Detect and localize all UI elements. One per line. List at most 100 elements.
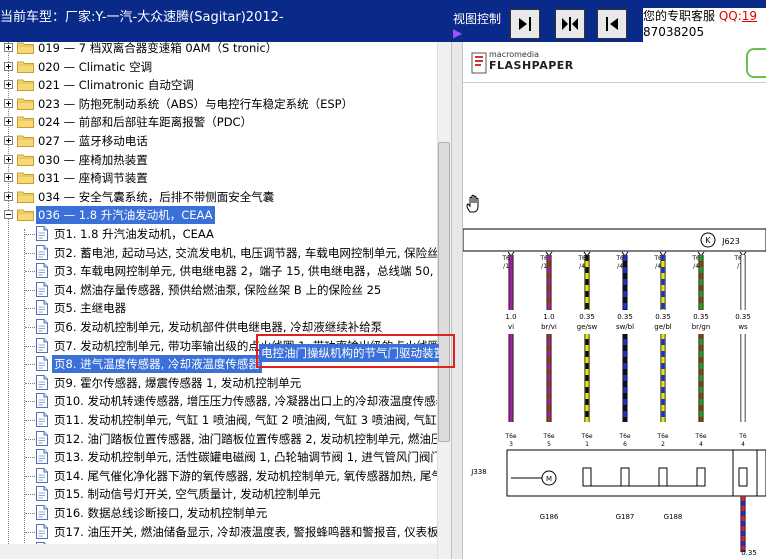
tree-branch-line bbox=[25, 271, 35, 273]
tree-item-label: 024 — 前部和后部驻车距离报警（PDC） bbox=[38, 115, 253, 130]
scrollbar-thumb[interactable] bbox=[438, 142, 450, 442]
tree-folder-item[interactable]: 020 — Climatic 空调 bbox=[0, 58, 437, 76]
tree-page-item[interactable]: 页9. 霍尔传感器, 爆震传感器 1, 发动机控制单元 bbox=[0, 374, 437, 392]
tree-page-item[interactable]: 页2. 蓄电池, 起动马达, 交流发电机, 电压调节器, 车载电网控制单元, 保… bbox=[0, 244, 437, 262]
page-icon bbox=[36, 356, 48, 372]
connector-label: T6e bbox=[656, 433, 668, 440]
expand-toggle-icon[interactable] bbox=[4, 80, 13, 90]
tree-branch-line bbox=[25, 364, 35, 366]
page-icon bbox=[36, 337, 48, 353]
customer-service-box: 您的专职客服 QQ:19 87038205 bbox=[643, 8, 766, 42]
expand-toggle-icon[interactable] bbox=[4, 117, 13, 127]
tree-item-label: 页2. 蓄电池, 起动马达, 交流发电机, 电压调节器, 车载电网控制单元, 保… bbox=[54, 245, 437, 260]
pin-label: 5 bbox=[547, 441, 551, 448]
tree-folder-item[interactable]: 019 — 7 档双离合器变速箱 0AM（S tronic） bbox=[0, 42, 437, 57]
expand-left-button[interactable] bbox=[597, 9, 627, 39]
expand-toggle-icon[interactable] bbox=[4, 43, 13, 52]
qq-link[interactable]: 19 bbox=[742, 9, 757, 23]
page-icon bbox=[36, 505, 48, 520]
wire-size-label: 0.35 bbox=[735, 313, 751, 321]
resistor-icon bbox=[582, 467, 592, 487]
tree-branch-line bbox=[25, 513, 35, 514]
page-icon bbox=[36, 393, 48, 409]
expand-toggle-icon[interactable] bbox=[4, 98, 13, 108]
tree-branch-line bbox=[25, 438, 35, 440]
module-box bbox=[463, 228, 766, 252]
tree-page-item[interactable]: 页4. 燃油存量传感器, 预供给燃油泵, 保险丝架 B 上的保险丝 25 bbox=[0, 281, 437, 299]
tree-view[interactable]: 019 — 7 档双离合器变速箱 0AM（S tronic） 020 — Clim… bbox=[0, 42, 437, 559]
expand-toggle-icon[interactable] bbox=[4, 154, 13, 164]
folder-icon bbox=[17, 153, 34, 166]
tree-page-item[interactable]: 页13. 发动机控制单元, 活性碳罐电磁阀 1, 凸轮轴调节阀 1, 进气管风门… bbox=[0, 448, 437, 466]
flag-icon: ▶ bbox=[453, 26, 463, 40]
view-control-label: 视图控制 bbox=[453, 12, 502, 26]
tree-branch-line bbox=[25, 382, 35, 384]
tree-folder-item[interactable]: 036 — 1.8 升汽油发动机，CEAA bbox=[0, 206, 437, 225]
tree-folder-item[interactable]: 024 — 前部和后部驻车距离报警（PDC） bbox=[0, 113, 437, 131]
expand-toggle-icon[interactable] bbox=[4, 136, 13, 145]
tree-page-item[interactable]: 页15. 制动信号灯开关, 空气质量计, 发动机控制单元 bbox=[0, 485, 437, 503]
tree-branch-line bbox=[25, 401, 35, 403]
expand-right-icon bbox=[519, 17, 531, 31]
horizontal-scrollbar[interactable] bbox=[0, 544, 437, 559]
pin-label: 4 bbox=[699, 441, 703, 448]
tree-item-label: 页17. 油压开关, 燃油储备显示, 冷却液温度表, 警报蜂鸣器和警报音, 仪表… bbox=[54, 524, 437, 539]
tree-branch-line bbox=[25, 252, 35, 254]
tree-item-label: 页14. 尾气催化净化器下游的氧传感器, 发动机控制单元, 氧传感器加热, 尾气 bbox=[54, 468, 437, 483]
tree-folder-item[interactable]: 031 — 座椅调节装置 bbox=[0, 169, 437, 187]
resistor-icon bbox=[738, 467, 748, 487]
tree-item-label: 027 — 蓝牙移动电话 bbox=[38, 134, 148, 148]
tree-item-label: 页12. 油门踏板位置传感器, 油门踏板位置传感器 2, 发动机控制单元, 燃油… bbox=[54, 431, 437, 446]
module-label: J623 bbox=[721, 237, 740, 246]
wire-size-label: 0.35 bbox=[579, 313, 595, 321]
tree-item-label: 020 — Climatic 空调 bbox=[38, 59, 153, 74]
tree-page-item[interactable]: 页10. 发动机转速传感器, 增压压力传感器, 冷凝器出口上的冷却液温度传感器 bbox=[0, 392, 437, 410]
viewer-menu-button[interactable] bbox=[746, 48, 766, 78]
resistor-icon bbox=[658, 467, 668, 487]
split-view-button[interactable] bbox=[555, 9, 585, 39]
page-icon bbox=[36, 467, 48, 483]
hand-tool-icon[interactable] bbox=[465, 194, 483, 214]
tree-page-item[interactable]: 页17. 油压开关, 燃油储备显示, 冷却液温度表, 警报蜂鸣器和警报音, 仪表… bbox=[0, 523, 437, 541]
tree-folder-item[interactable]: 030 — 座椅加热装置 bbox=[0, 151, 437, 169]
tree-branch-line bbox=[25, 531, 35, 533]
page-icon bbox=[36, 412, 48, 427]
expand-toggle-icon[interactable] bbox=[4, 173, 13, 183]
pin-label: 2 bbox=[661, 441, 665, 448]
tree-folder-item[interactable]: 027 — 蓝牙移动电话 bbox=[0, 132, 437, 150]
connector-label: T6e bbox=[694, 433, 706, 440]
tree-branch-line bbox=[25, 327, 35, 328]
tree-item-label: 034 — 安全气囊系统，后排不带侧面安全气囊 bbox=[38, 189, 275, 204]
tree-item-label: 页16. 数据总线诊断接口, 发动机控制单元 bbox=[54, 506, 268, 520]
viewer-header: macromedia FLASHPAPER bbox=[463, 42, 766, 83]
tree-page-item[interactable]: 页11. 发动机控制单元, 气缸 1 喷油阀, 气缸 2 喷油阀, 气缸 3 喷… bbox=[0, 411, 437, 429]
wire-size-label: 0.35 bbox=[741, 549, 757, 557]
tree-folder-item[interactable]: 021 — Climatronic 自动空调 bbox=[0, 76, 437, 94]
tree-folder-item[interactable]: 034 — 安全气囊系统，后排不带侧面安全气囊 bbox=[0, 188, 437, 206]
page-icon bbox=[36, 449, 48, 465]
tree-item-label: 页3. 车载电网控制单元, 供电继电器 2，端子 15, 供电继电器，总线端 5… bbox=[54, 264, 437, 279]
wire-color-label: ge/sw bbox=[577, 323, 598, 331]
tree-page-item[interactable]: 页1. 1.8 升汽油发动机，CEAA bbox=[0, 225, 437, 243]
page-icon bbox=[36, 523, 48, 539]
page-icon bbox=[36, 300, 48, 316]
tree-page-item[interactable]: 页5. 主继电器 bbox=[0, 299, 437, 317]
panel-splitter[interactable] bbox=[451, 42, 463, 559]
tree-item-label: 页4. 燃油存量传感器, 预供给燃油泵, 保险丝架 B 上的保险丝 25 bbox=[54, 282, 382, 297]
expand-right-button[interactable] bbox=[510, 9, 540, 39]
wire-size-label: 0.35 bbox=[617, 313, 633, 321]
tree-page-item[interactable]: 页16. 数据总线诊断接口, 发动机控制单元 bbox=[0, 504, 437, 522]
tree-item-label: 页10. 发动机转速传感器, 增压压力传感器, 冷凝器出口上的冷却液温度传感器 bbox=[54, 394, 437, 409]
wiring-diagram: K J623T60/171.0viT6e3T60/161.0br/viT6e5T6… bbox=[463, 228, 766, 557]
tree-page-item[interactable]: 页3. 车载电网控制单元, 供电继电器 2，端子 15, 供电继电器，总线端 5… bbox=[0, 262, 437, 280]
tree-item-label: 页13. 发动机控制单元, 活性碳罐电磁阀 1, 凸轮轴调节阀 1, 进气管风门… bbox=[54, 450, 437, 465]
expand-toggle-icon[interactable] bbox=[4, 191, 13, 201]
folder-icon bbox=[17, 78, 34, 92]
collapse-toggle-icon[interactable] bbox=[4, 210, 13, 220]
tree-page-item[interactable]: 页14. 尾气催化净化器下游的氧传感器, 发动机控制单元, 氧传感器加热, 尾气 bbox=[0, 467, 437, 485]
connector-label: T6e bbox=[542, 433, 554, 440]
tree-folder-item[interactable]: 023 — 防抱死制动系统（ABS）与电控行车稳定系统（ESP） bbox=[0, 95, 437, 113]
expand-toggle-icon[interactable] bbox=[4, 61, 13, 71]
tree-page-item[interactable]: 页12. 油门踏板位置传感器, 油门踏板位置传感器 2, 发动机控制单元, 燃油… bbox=[0, 430, 437, 448]
motor-symbol-label: M bbox=[546, 475, 552, 483]
